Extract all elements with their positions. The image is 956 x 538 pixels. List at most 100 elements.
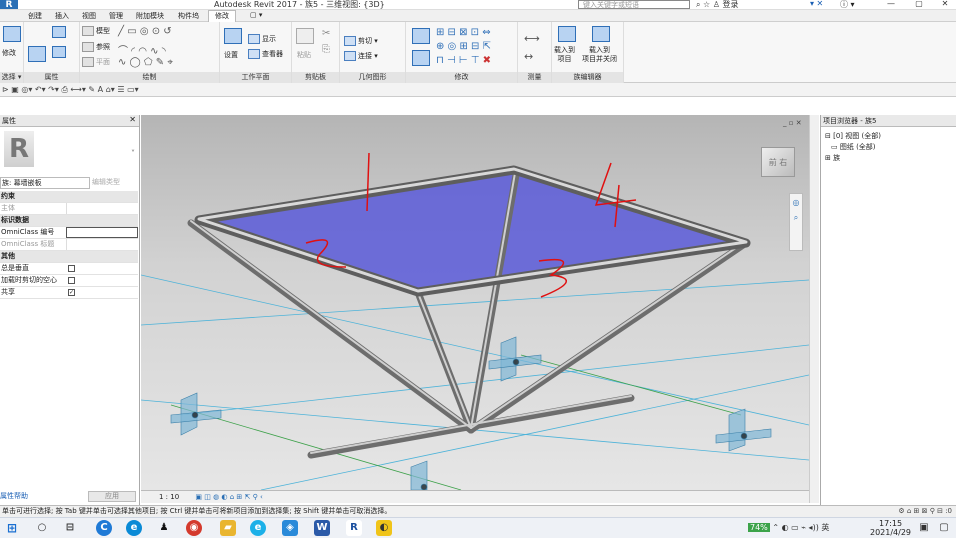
tab-insert[interactable]: 插入 bbox=[55, 11, 69, 21]
3d-viewport[interactable]: 1 2 3 4 前 右 _ ▫ ✕ ◎ ⌕ bbox=[141, 115, 809, 490]
model-line-button[interactable]: 模型 bbox=[82, 26, 110, 36]
draw-misc-icon[interactable]: ∿ ◯ ⬠ ✎ ⌖ bbox=[118, 57, 173, 68]
app-icon-1[interactable]: C bbox=[96, 520, 112, 536]
chevron-down-icon[interactable]: ˅ bbox=[131, 149, 135, 158]
sync-icon[interactable]: ◎▾ bbox=[21, 85, 32, 94]
close-icon[interactable]: ✕ bbox=[129, 115, 136, 124]
zoom-icon[interactable]: ⌕ bbox=[790, 213, 802, 223]
edge-icon[interactable]: e bbox=[126, 520, 142, 536]
cursor-icon[interactable] bbox=[3, 26, 21, 42]
minimize-icon[interactable]: — bbox=[880, 0, 902, 8]
show-workplane-button[interactable]: 显示 bbox=[248, 34, 276, 44]
search-icon[interactable]: ○ bbox=[34, 520, 50, 536]
word-icon[interactable]: W bbox=[314, 520, 330, 536]
prop-section-constraints[interactable]: 约束 bbox=[0, 191, 138, 203]
tab-component-dock[interactable]: 构件坞 bbox=[178, 11, 199, 21]
prop-section-identity[interactable]: 标识数据 bbox=[0, 215, 138, 227]
text-icon[interactable]: A bbox=[98, 85, 103, 94]
always-vertical-checkbox[interactable] bbox=[68, 265, 75, 272]
qq-icon[interactable]: ♟ bbox=[156, 520, 172, 536]
print-icon[interactable]: ⎙ bbox=[61, 85, 67, 94]
steering-wheel-icon[interactable]: ◎ bbox=[790, 198, 802, 207]
measure-icon[interactable]: ⟷ bbox=[524, 32, 540, 45]
paste-icon[interactable] bbox=[296, 28, 314, 44]
3d-model-canvas[interactable]: 1 2 3 4 bbox=[141, 115, 809, 490]
thin-lines-icon[interactable]: ☰ bbox=[117, 85, 124, 94]
paste-button[interactable]: 粘贴 bbox=[297, 50, 311, 60]
dimension-icon[interactable]: ↔ bbox=[524, 50, 533, 63]
notification-icon[interactable]: ▢ bbox=[936, 520, 952, 536]
join-geometry-button[interactable]: 连接 ▾ bbox=[344, 51, 378, 61]
shared-checkbox[interactable]: ✓ bbox=[68, 289, 75, 296]
reference-button[interactable]: 参照 bbox=[82, 42, 110, 52]
tab-view[interactable]: 视图 bbox=[82, 11, 96, 21]
taskbar-app-icon[interactable]: ▣ bbox=[916, 520, 932, 536]
copy-icon[interactable]: ⎘ bbox=[322, 44, 330, 55]
tree-item-families[interactable]: ⊞ 族 bbox=[825, 153, 840, 163]
3d-view-icon[interactable]: ⌂▾ bbox=[106, 85, 115, 94]
chrome-icon[interactable]: ◉ bbox=[186, 520, 202, 536]
draw-arcs-icon[interactable]: ⌒ ◜ ◠ ∿ ◝ bbox=[118, 42, 166, 57]
save-icon[interactable]: ▣ bbox=[11, 85, 19, 94]
properties-icon[interactable] bbox=[28, 46, 46, 62]
tag-icon[interactable]: ✎ bbox=[88, 85, 95, 94]
task-view-icon[interactable]: ⊟ bbox=[62, 520, 78, 536]
family-types-icon[interactable] bbox=[52, 46, 66, 58]
help-button[interactable]: ⓘ ▾ bbox=[840, 0, 855, 9]
windows-start-icon[interactable]: ⊞ bbox=[4, 520, 20, 536]
ime-indicator[interactable]: 英 bbox=[821, 523, 829, 532]
status-right-tools[interactable]: ⚙ ⌂ ⊞ ⊠ ⚲ ⊟ :0 bbox=[898, 506, 952, 517]
user-icon[interactable]: ♙ bbox=[713, 0, 720, 9]
close-icon[interactable]: ✕ bbox=[934, 0, 956, 8]
move-icon[interactable] bbox=[412, 50, 430, 66]
open-icon[interactable]: ⊳ bbox=[2, 85, 9, 94]
login-link[interactable]: 登录 bbox=[722, 0, 738, 9]
apply-button[interactable]: 应用 bbox=[88, 491, 136, 502]
viewport-vertical-scrollbar[interactable] bbox=[809, 115, 819, 503]
x-icon[interactable]: ▾ ✕ bbox=[810, 0, 823, 8]
cut-geometry-button[interactable]: 剪切 ▾ bbox=[344, 36, 378, 46]
set-workplane-button[interactable]: 设置 bbox=[224, 50, 238, 60]
select-dropdown[interactable]: 选择 ▾ bbox=[0, 72, 23, 83]
glass-panel[interactable] bbox=[198, 169, 747, 293]
tree-item-sheets[interactable]: ▭ 图纸 (全部) bbox=[831, 142, 876, 152]
modify-tools-row3[interactable]: ⊓ ⊣ ⊢ ⊤ ✖ bbox=[436, 55, 491, 66]
properties-help-link[interactable]: 属性帮助 bbox=[0, 491, 28, 501]
plane-button[interactable]: 平面 bbox=[82, 57, 110, 67]
folder-icon[interactable]: ▰ bbox=[220, 520, 236, 536]
viewer-button[interactable]: 查看器 bbox=[248, 49, 283, 59]
view-control-icons[interactable]: ▣ ◫ ◍ ◐ ⌂ ⊞ ⇱ ⚲ ‹ bbox=[195, 493, 262, 501]
modify-tools-row1[interactable]: ⊞ ⊟ ⊠ ⊡ ⇔ bbox=[436, 27, 491, 38]
tab-addins[interactable]: 附加模块 bbox=[136, 11, 164, 21]
app-icon-3[interactable]: ◐ bbox=[376, 520, 392, 536]
draw-shapes-icon[interactable]: ╱ ▭ ◎ ⊙ ↺ bbox=[118, 26, 172, 37]
cut-icon[interactable]: ✂ bbox=[322, 28, 330, 39]
revit-taskbar-icon[interactable]: R bbox=[346, 520, 362, 536]
cut-voids-checkbox[interactable] bbox=[68, 277, 75, 284]
tab-extra[interactable]: ▢ ▾ bbox=[250, 11, 262, 19]
view-scale[interactable]: 1 : 10 bbox=[159, 493, 179, 501]
type-properties-icon[interactable] bbox=[52, 26, 66, 38]
prop-section-other[interactable]: 其他 bbox=[0, 251, 138, 263]
modify-tools-row2[interactable]: ⊕ ◎ ⊞ ⊟ ⇱ bbox=[436, 41, 491, 52]
load-and-close-button[interactable]: 载入到 项目并关闭 bbox=[582, 46, 617, 64]
load-project-icon[interactable] bbox=[558, 26, 576, 42]
tab-manage[interactable]: 管理 bbox=[109, 11, 123, 21]
load-close-icon[interactable] bbox=[592, 26, 610, 42]
measure-qat-icon[interactable]: ⟷▾ bbox=[70, 85, 85, 94]
viewport-window-controls[interactable]: _ ▫ ✕ bbox=[783, 119, 802, 127]
tree-item-views[interactable]: ⊟ [0] 视图 (全部) bbox=[825, 131, 881, 141]
undo-icon[interactable]: ↶▾ bbox=[35, 85, 46, 94]
maximize-icon[interactable]: ▢ bbox=[908, 0, 930, 8]
app-icon-2[interactable]: ◈ bbox=[282, 520, 298, 536]
redo-icon[interactable]: ↷▾ bbox=[48, 85, 59, 94]
view-cube[interactable]: 前 右 bbox=[761, 147, 795, 177]
edit-type-button[interactable]: 编辑类型 bbox=[92, 177, 120, 187]
browser-icon[interactable]: e bbox=[250, 520, 266, 536]
navigation-bar[interactable]: ◎ ⌕ bbox=[789, 193, 803, 251]
close-views-icon[interactable]: ▭▾ bbox=[127, 85, 139, 94]
grid-icon[interactable] bbox=[224, 28, 242, 44]
binoculars-icon[interactable]: ⌕ bbox=[696, 0, 700, 9]
revit-logo-icon[interactable]: R bbox=[0, 0, 18, 9]
type-selector[interactable]: 族: 幕墙嵌板 bbox=[0, 177, 90, 189]
